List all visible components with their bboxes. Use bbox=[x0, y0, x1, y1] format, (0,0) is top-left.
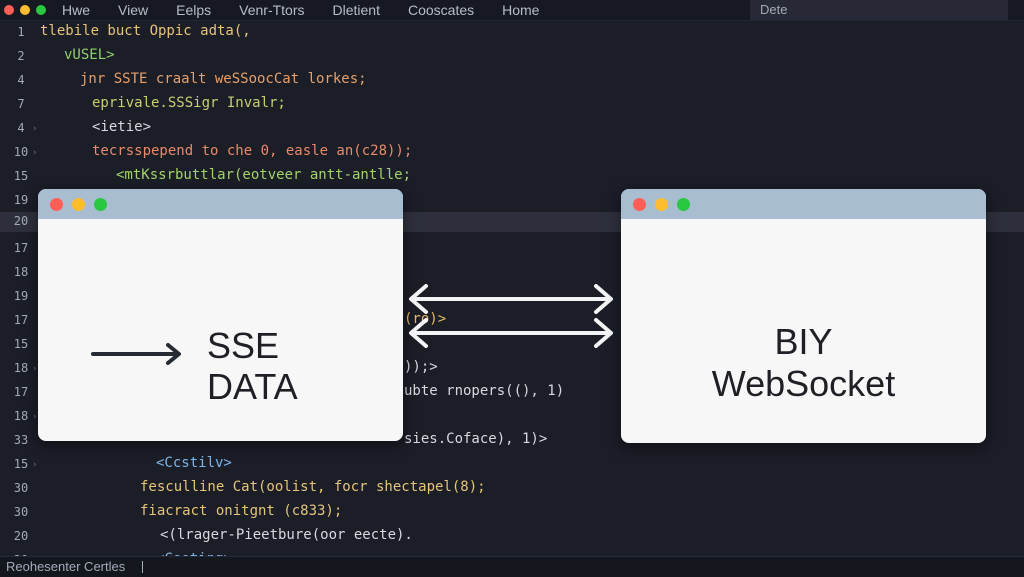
code-text: <Ccstilv> bbox=[156, 455, 232, 471]
code-line[interactable]: 15 <mtKssrbuttlar(eotveer antt-antlle; bbox=[0, 164, 1024, 188]
text-cursor bbox=[142, 561, 143, 573]
line-number: 17 bbox=[13, 241, 29, 255]
biy-label: BIY bbox=[774, 321, 833, 362]
code-line[interactable]: 10 › tecrsspepend to che 0, easle an(c28))… bbox=[0, 140, 1024, 164]
line-number: 15 bbox=[13, 457, 29, 471]
code-text: fiacract onitgnt (c833); bbox=[140, 503, 343, 519]
line-number: 20 bbox=[13, 214, 29, 228]
zoom-window-button[interactable] bbox=[36, 5, 46, 15]
search-input[interactable]: Dete bbox=[750, 0, 1008, 20]
code-text: <mtKssrbuttlar(eotveer antt-antlle; bbox=[116, 167, 412, 183]
line-number: 4 bbox=[17, 73, 25, 87]
fold-toggle-icon[interactable]: › bbox=[32, 412, 37, 422]
line-number: 20 bbox=[13, 529, 29, 543]
code-text: tlebile buct Oppic adta(, bbox=[40, 23, 251, 39]
line-number: 17 bbox=[13, 385, 29, 399]
zoom-window-button[interactable] bbox=[94, 197, 107, 211]
line-number: 15 bbox=[13, 337, 29, 351]
code-line[interactable]: 30 fiacract onitgnt (c833); bbox=[0, 500, 1024, 524]
code-line[interactable]: 15 › <Ccstilv> bbox=[0, 452, 1024, 476]
bidirectional-arrows-icon bbox=[409, 284, 613, 348]
menu-item-view[interactable]: View bbox=[118, 2, 148, 18]
close-window-button[interactable] bbox=[4, 5, 14, 15]
code-line[interactable]: 20 <(lrager-Pieetbure(oor eecte). bbox=[0, 524, 1024, 548]
data-label: DATA bbox=[207, 366, 298, 407]
code-line[interactable]: 7 eprivale.SSSigr Invalr; bbox=[0, 92, 1024, 116]
line-number: 19 bbox=[13, 193, 29, 207]
zoom-window-button[interactable] bbox=[677, 197, 690, 211]
menu-bar: Hwe View Eelps Venr-Ttors Dletient Coosc… bbox=[0, 0, 1024, 21]
status-text: Reohesenter Certles bbox=[6, 559, 126, 574]
menu-item-venr-ttors[interactable]: Venr-Ttors bbox=[239, 2, 304, 18]
line-number: 18 bbox=[13, 409, 29, 423]
code-text: eprivale.SSSigr Invalr; bbox=[92, 95, 286, 111]
menu-list: Hwe View Eelps Venr-Ttors Dletient Coosc… bbox=[62, 2, 567, 18]
minimize-window-button[interactable] bbox=[655, 197, 668, 211]
sse-label: SSE bbox=[207, 325, 280, 366]
menu-item-dletient[interactable]: Dletient bbox=[333, 2, 380, 18]
status-bar: Reohesenter Certles bbox=[0, 556, 1024, 577]
line-number: 15 bbox=[13, 169, 29, 183]
sse-data-window: SSE DATA bbox=[38, 189, 403, 441]
close-window-button[interactable] bbox=[633, 197, 646, 211]
code-line[interactable]: 4 › <ietie> bbox=[0, 116, 1024, 140]
code-text: vUSEL> bbox=[64, 47, 115, 63]
code-text: ubte rnopers((), 1) bbox=[404, 383, 565, 399]
close-window-button[interactable] bbox=[50, 197, 63, 211]
code-text: sies.Coface), 1)> bbox=[404, 431, 548, 447]
code-line[interactable]: 2 vUSEL> bbox=[0, 44, 1024, 68]
code-text: jnr SSTE craalt weSSoocCat lorkes; bbox=[80, 71, 367, 87]
menu-item-home[interactable]: Home bbox=[502, 2, 539, 18]
line-number: 1 bbox=[17, 25, 25, 39]
line-number: 18 bbox=[13, 361, 29, 375]
line-number: 33 bbox=[13, 433, 29, 447]
line-number: 4 bbox=[17, 121, 25, 135]
websocket-label: WebSocket bbox=[711, 363, 896, 404]
menu-item-hwe[interactable]: Hwe bbox=[62, 2, 90, 18]
fold-toggle-icon[interactable]: › bbox=[32, 124, 37, 134]
websocket-window-titlebar bbox=[621, 189, 986, 219]
fold-toggle-icon[interactable]: › bbox=[32, 460, 37, 470]
code-line[interactable]: 1 tlebile buct Oppic adta(, bbox=[0, 20, 1024, 44]
code-text: ));> bbox=[404, 359, 438, 375]
line-number: 2 bbox=[17, 49, 25, 63]
menu-item-cooscates[interactable]: Cooscates bbox=[408, 2, 474, 18]
window-controls bbox=[4, 5, 46, 15]
line-number: 19 bbox=[13, 289, 29, 303]
right-arrow-icon bbox=[91, 343, 181, 365]
sse-window-titlebar bbox=[38, 189, 403, 219]
websocket-window: BIY WebSocket bbox=[621, 189, 986, 443]
sse-window-body: SSE DATA bbox=[38, 219, 403, 441]
code-line[interactable]: 4 jnr SSTE craalt weSSoocCat lorkes; bbox=[0, 68, 1024, 92]
line-number: 7 bbox=[17, 97, 25, 111]
websocket-window-body: BIY WebSocket bbox=[621, 219, 986, 441]
code-line[interactable]: 30 fesculline Cat(oolist, focr shectapel(… bbox=[0, 476, 1024, 500]
line-number: 10 bbox=[13, 145, 29, 159]
line-number: 30 bbox=[13, 481, 29, 495]
fold-toggle-icon[interactable]: › bbox=[32, 148, 37, 158]
menu-item-eelps[interactable]: Eelps bbox=[176, 2, 211, 18]
code-text: tecrsspepend to che 0, easle an(c28)); bbox=[92, 143, 413, 159]
minimize-window-button[interactable] bbox=[72, 197, 85, 211]
code-text: fesculline Cat(oolist, focr shectapel(8)… bbox=[140, 479, 486, 495]
line-number: 18 bbox=[13, 265, 29, 279]
code-text: <(lrager-Pieetbure(oor eecte). bbox=[160, 527, 413, 543]
code-text: <ietie> bbox=[92, 119, 152, 135]
fold-toggle-icon[interactable]: › bbox=[32, 364, 37, 374]
line-number: 30 bbox=[13, 505, 29, 519]
line-number: 17 bbox=[13, 313, 29, 327]
minimize-window-button[interactable] bbox=[20, 5, 30, 15]
